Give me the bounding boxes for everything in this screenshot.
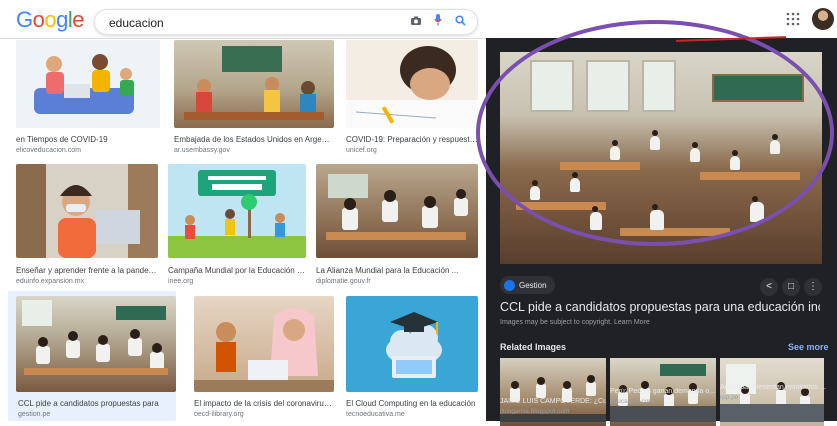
more-options-icon[interactable]: ⋮ <box>804 278 822 296</box>
result-caption[interactable]: en Tiempos de COVID-19 <box>16 135 160 145</box>
avatar[interactable] <box>812 8 834 30</box>
related-caption[interactable]: Perú: Peores ganan demanda o... <box>610 388 716 395</box>
result-source[interactable]: tecnoeducativa.me <box>346 410 478 419</box>
result-item[interactable]: Embajada de los Estados Unidos en Argent… <box>174 40 334 158</box>
see-more-link[interactable]: See more <box>788 342 829 352</box>
result-caption[interactable]: CCL pide a candidatos propuestas para <box>18 399 174 409</box>
preview-title[interactable]: CCL pide a candidatos propuestas para un… <box>500 300 820 314</box>
result-thumbnail[interactable] <box>346 40 478 128</box>
logo-letter: g <box>56 7 68 32</box>
result-source[interactable]: oecd-ilibrary.org <box>194 410 334 419</box>
result-thumbnail[interactable] <box>194 296 334 392</box>
result-source[interactable]: elicoveducacion.com <box>16 146 160 155</box>
result-caption[interactable]: La Alianza Mundial para la Educación ... <box>316 266 478 276</box>
result-source[interactable]: eduinfo.expansion.mx <box>16 277 158 286</box>
result-thumbnail[interactable] <box>174 40 334 128</box>
logo-letter: e <box>72 7 85 32</box>
related-caption[interactable]: JAIME LUIS CAMPOVERDE: ¿Cu... <box>500 398 606 405</box>
search-box <box>94 9 478 35</box>
bookmark-icon[interactable]: □ <box>782 278 800 296</box>
result-caption[interactable]: El Cloud Computing en la educación <box>346 399 478 409</box>
result-thumbnail[interactable] <box>346 296 478 392</box>
result-thumbnail[interactable] <box>316 164 478 258</box>
result-thumbnail[interactable] <box>16 296 176 392</box>
related-thumbnail[interactable] <box>720 404 824 422</box>
logo-letter: G <box>16 7 33 32</box>
apps-icon[interactable] <box>786 12 800 26</box>
result-source[interactable]: inee.org <box>168 277 306 286</box>
result-item[interactable]: COVID-19: Preparación y respuesta ... un… <box>346 40 478 158</box>
result-thumbnail[interactable] <box>16 164 158 258</box>
result-source[interactable]: ar.usembassy.gov <box>174 146 334 155</box>
site-favicon-icon <box>504 279 515 291</box>
source-chip[interactable]: Gestion <box>500 276 555 294</box>
mic-icon[interactable] <box>430 14 446 30</box>
result-thumbnail[interactable] <box>168 164 306 258</box>
related-images-heading: Related Images <box>500 342 567 352</box>
related-source[interactable]: rpp.pe <box>720 394 826 401</box>
result-item[interactable]: CCL pide a candidatos propuestas para ge… <box>16 296 176 421</box>
result-caption[interactable]: El impacto de la crisis del coronavirus … <box>194 399 334 409</box>
result-source[interactable]: gestion.pe <box>18 410 174 419</box>
result-source[interactable]: unicef.org <box>346 146 478 155</box>
source-label: Gestion <box>519 280 547 290</box>
result-item[interactable]: Campaña Mundial por la Educación | Inte.… <box>168 164 306 288</box>
logo-letter: o <box>32 7 45 32</box>
result-caption[interactable]: Campaña Mundial por la Educación | Inte.… <box>168 266 306 276</box>
result-item[interactable]: El Cloud Computing en la educación tecno… <box>346 296 478 421</box>
image-results-grid: en Tiempos de COVID-19 elicoveducacion.c… <box>0 38 486 421</box>
related-source[interactable]: educacion.com <box>610 398 716 405</box>
result-item[interactable]: en Tiempos de COVID-19 elicoveducacion.c… <box>16 40 160 158</box>
camera-icon[interactable] <box>408 14 424 30</box>
related-caption[interactable]: Arequipa: Presentan resultados ... <box>720 384 826 391</box>
result-caption[interactable]: Enseñar y aprender frente a la pandemia <box>16 266 158 276</box>
copyright-note: Images may be subject to copyright. Lear… <box>500 319 650 326</box>
google-logo[interactable]: Google <box>16 7 85 33</box>
result-caption[interactable]: Embajada de los Estados Unidos en Argent… <box>174 135 334 145</box>
search-icon[interactable] <box>452 14 468 30</box>
result-source[interactable]: diplomatie.gouv.fr <box>316 277 478 286</box>
result-item[interactable]: Enseñar y aprender frente a la pandemia … <box>16 164 158 288</box>
highlight-circle-annotation <box>476 20 834 246</box>
logo-letter: o <box>44 7 57 32</box>
share-icon[interactable]: < <box>760 278 778 296</box>
result-item[interactable]: El impacto de la crisis del coronavirus … <box>194 296 334 421</box>
related-thumbnail[interactable] <box>610 406 716 422</box>
result-caption[interactable]: COVID-19: Preparación y respuesta ... <box>346 135 478 145</box>
result-thumbnail[interactable] <box>16 40 160 128</box>
search-input[interactable] <box>107 13 371 33</box>
result-item[interactable]: La Alianza Mundial para la Educación ...… <box>316 164 478 288</box>
